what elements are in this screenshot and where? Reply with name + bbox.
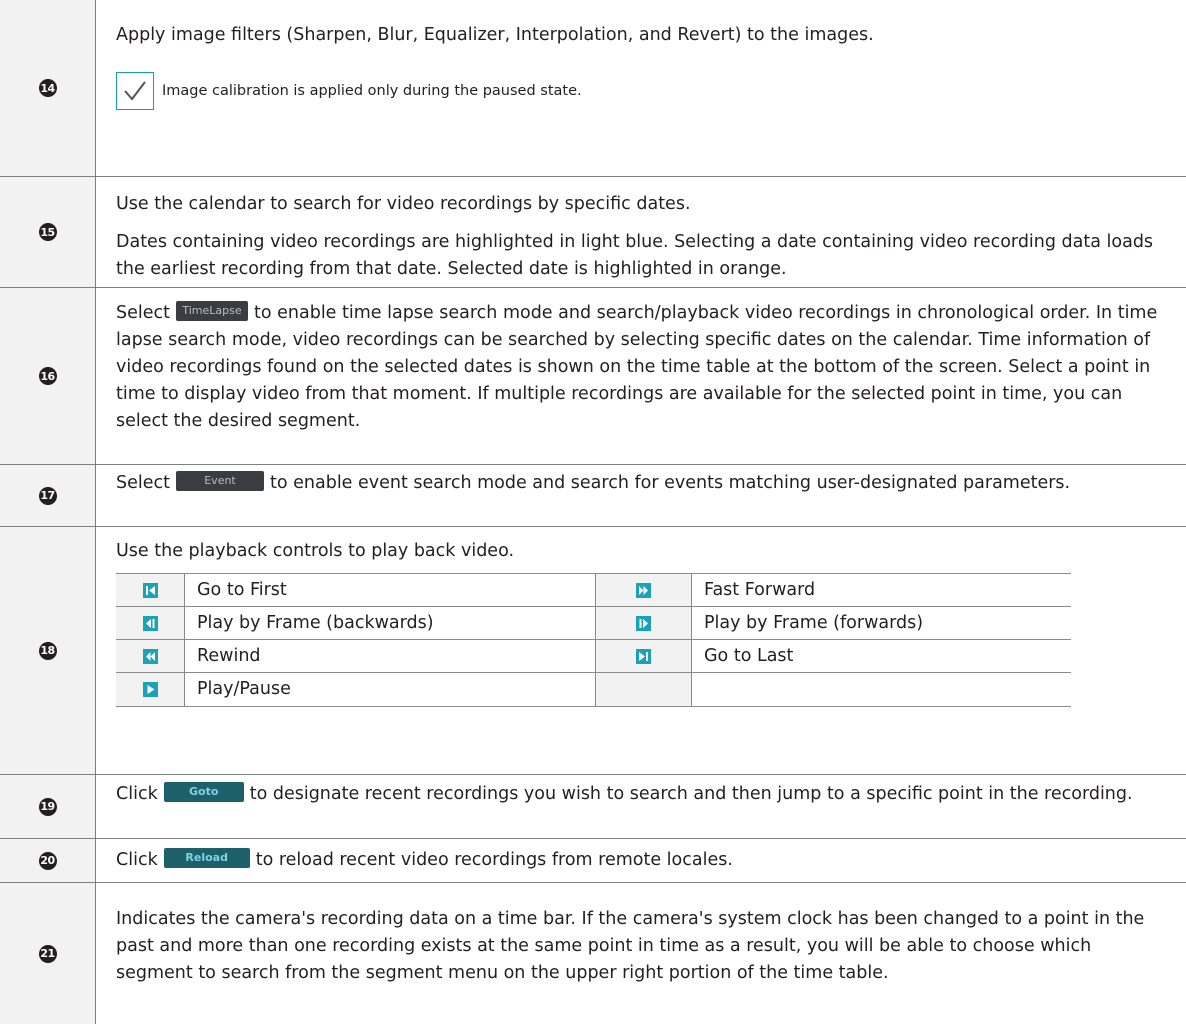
control-row: Rewind Go to Last xyxy=(116,640,1071,673)
table-row: 14 Apply image filters (Sharpen, Blur, E… xyxy=(0,0,1186,177)
control-label: Go to First xyxy=(185,574,596,606)
control-icon-cell xyxy=(116,574,185,606)
lead-word: Click xyxy=(116,784,158,804)
control-label: Play by Frame (forwards) xyxy=(704,613,924,633)
row-description-text: Use the calendar to search for video rec… xyxy=(116,194,691,214)
rewind-icon xyxy=(142,648,158,664)
goto-button[interactable]: Goto xyxy=(163,782,244,802)
play-frame-forward-icon xyxy=(636,615,651,631)
play-frame-backward-icon xyxy=(142,615,158,631)
description-rest: to enable time lapse search mode and sea… xyxy=(116,303,1158,431)
table-row: 20 Click Reload to reload recent video rec… xyxy=(0,839,1186,883)
row-description-cell: Use the calendar to search for video rec… xyxy=(97,177,1186,287)
row-description-cell: Select Event to enable event search mode a… xyxy=(97,465,1186,526)
row-description-text: Apply image filters (Sharpen, Blur, Equa… xyxy=(116,25,874,45)
control-label: Play by Frame (backwards) xyxy=(185,607,596,639)
row-number-cell: 15 xyxy=(0,177,96,287)
row-number-cell: 14 xyxy=(0,0,96,176)
row-number-cell: 16 xyxy=(0,288,96,464)
control-label: Fast Forward xyxy=(704,580,816,600)
control-icon-cell-empty xyxy=(596,673,692,706)
fast-forward-icon xyxy=(636,582,651,598)
control-icon-cell xyxy=(116,640,185,672)
row-description-text: Indicates the camera's recording data on… xyxy=(116,909,1145,983)
row-number-cell: 17 xyxy=(0,465,96,526)
control-label: Go to Last xyxy=(704,646,794,666)
control-icon-cell xyxy=(596,640,692,672)
row-number-badge: 18 xyxy=(38,641,57,660)
lead-word: Select xyxy=(116,473,170,493)
table-row: 19 Click Goto to designate recent recordin… xyxy=(0,775,1186,839)
table-row: 15 Use the calendar to search for video … xyxy=(0,177,1186,288)
control-label: Rewind xyxy=(185,640,596,672)
control-label: Play/Pause xyxy=(185,673,596,706)
row-number-cell: 21 xyxy=(0,883,96,1024)
description-rest: to enable event search mode and search f… xyxy=(270,473,1071,493)
control-row: Play/Pause xyxy=(116,673,1071,707)
control-icon-cell xyxy=(116,673,185,706)
row-number-badge: 15 xyxy=(38,223,57,241)
event-button[interactable]: Event xyxy=(176,471,264,491)
row-description-text: Click Goto to designate recent recordings … xyxy=(116,781,1172,808)
timelapse-button[interactable]: TimeLapse xyxy=(176,301,248,321)
control-row: Play by Frame (backwards) Play by Frame … xyxy=(116,607,1071,640)
description-rest: to reload recent video recordings from r… xyxy=(255,850,733,870)
row-description-text-2: Dates containing video recordings are hi… xyxy=(116,232,1154,279)
row-description-text: Use the playback controls to play back v… xyxy=(116,541,515,561)
row-number-badge: 20 xyxy=(38,851,57,870)
row-description-cell: Indicates the camera's recording data on… xyxy=(97,883,1186,1024)
table-row: 17 Select Event to enable event search mod… xyxy=(0,465,1186,527)
control-row: Go to First Fast Forward xyxy=(116,574,1071,607)
play-pause-icon xyxy=(142,682,158,697)
row-number-badge: 17 xyxy=(38,486,57,505)
row-number-cell: 18 xyxy=(0,527,96,774)
row-number-badge: 19 xyxy=(38,797,57,816)
row-number-badge: 14 xyxy=(38,79,57,97)
go-to-first-icon xyxy=(142,582,158,598)
lead-word: Select xyxy=(116,303,170,323)
control-label xyxy=(692,673,1071,706)
table-row: 18 Use the playback controls to play bac… xyxy=(0,527,1186,775)
description-rest: to designate recent recordings you wish … xyxy=(249,784,1133,804)
row-description-cell: Click Goto to designate recent recordings … xyxy=(97,775,1186,838)
note-text: Image calibration is applied only during… xyxy=(162,83,582,99)
row-description-cell: Use the playback controls to play back v… xyxy=(97,527,1186,774)
control-icon-cell xyxy=(116,607,185,639)
checkmark-icon xyxy=(116,72,154,110)
table-row: 21 Indicates the camera's recording data… xyxy=(0,883,1186,1024)
row-number-badge: 21 xyxy=(38,944,57,963)
row-number-cell: 20 xyxy=(0,839,96,882)
control-icon-cell xyxy=(596,574,692,606)
row-description-cell: Select TimeLapse to enable time lapse sear… xyxy=(97,288,1186,464)
row-description-text: Select Event to enable event search mode a… xyxy=(116,470,1172,497)
table-row: 16 Select TimeLapse to enable time lapse s… xyxy=(0,288,1186,465)
row-number-cell: 19 xyxy=(0,775,96,838)
row-description-text: Click Reload to reload recent video record… xyxy=(116,847,1172,874)
row-description-text: Select TimeLapse to enable time lapse sear… xyxy=(116,300,1172,435)
control-icon-cell xyxy=(596,607,692,639)
playback-controls-table: Go to First Fast Forward Play by Frame (… xyxy=(116,573,1071,707)
go-to-last-icon xyxy=(636,648,651,664)
row-number-badge: 16 xyxy=(38,367,57,385)
lead-word: Click xyxy=(116,850,158,870)
row-description-cell: Click Reload to reload recent video record… xyxy=(97,839,1186,882)
row-description-cell: Apply image filters (Sharpen, Blur, Equa… xyxy=(97,0,1186,176)
reload-button[interactable]: Reload xyxy=(163,848,250,868)
